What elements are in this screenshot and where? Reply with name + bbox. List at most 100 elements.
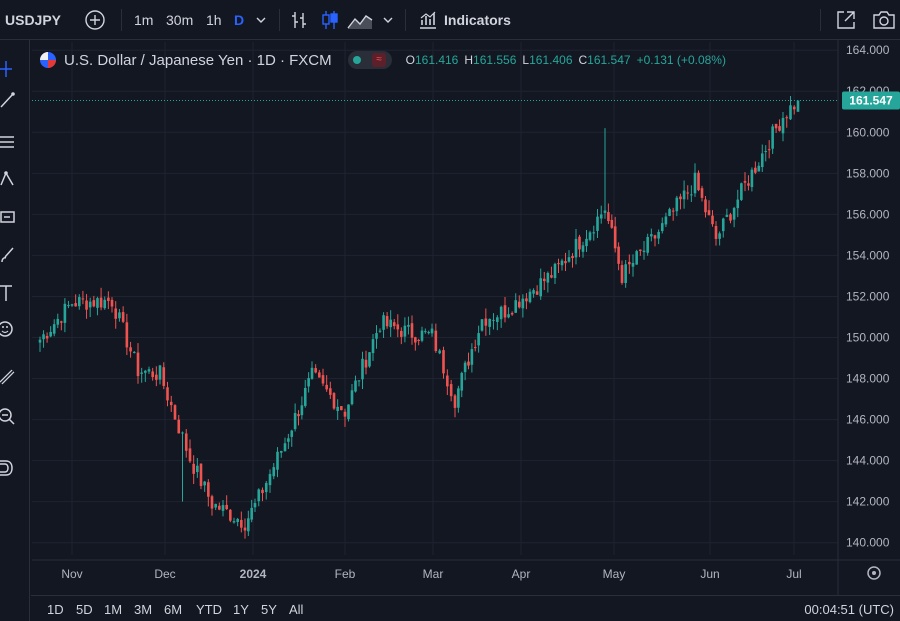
candle-body bbox=[325, 384, 328, 390]
patterns-tool[interactable] bbox=[0, 167, 16, 191]
candle-body bbox=[617, 246, 620, 264]
candle-body bbox=[767, 149, 771, 151]
range-1d[interactable]: 1D bbox=[47, 602, 64, 617]
ruler-icon bbox=[0, 369, 15, 385]
candles-button[interactable] bbox=[320, 0, 340, 40]
candle-body bbox=[250, 507, 253, 520]
market-status-pill[interactable]: ≈ bbox=[347, 51, 392, 69]
high-label: H bbox=[464, 53, 474, 67]
candle-body bbox=[207, 482, 210, 497]
candle-body bbox=[177, 419, 181, 434]
range-3m[interactable]: 3M bbox=[134, 602, 152, 617]
candle-body bbox=[764, 151, 768, 153]
candle-body bbox=[477, 333, 480, 346]
indicators-button[interactable]: Indicators bbox=[418, 0, 511, 40]
fullscreen-button[interactable] bbox=[835, 0, 857, 40]
zoom-icon bbox=[0, 408, 15, 425]
top-toolbar: USDJPY 1m 30m 1h D Indicators bbox=[0, 0, 900, 40]
candle-body bbox=[236, 518, 239, 522]
prediction-tool[interactable] bbox=[0, 205, 16, 229]
candle-body bbox=[118, 312, 121, 319]
snapshot-button[interactable] bbox=[872, 0, 896, 40]
candle-body bbox=[396, 324, 400, 330]
candle-body bbox=[442, 350, 445, 374]
chart-legend: U.S. Dollar / Japanese Yen · 1D · FXCM ≈… bbox=[40, 50, 726, 70]
emoji-tool[interactable] bbox=[0, 317, 16, 341]
zoom-tool[interactable] bbox=[0, 404, 16, 428]
candle-body bbox=[499, 306, 503, 320]
candle-body bbox=[336, 406, 339, 412]
candle-body bbox=[550, 275, 553, 278]
utc-clock[interactable]: 00:04:51 (UTC) bbox=[804, 602, 894, 617]
area-icon bbox=[347, 15, 373, 29]
candle-body bbox=[357, 380, 361, 382]
interval-30m[interactable]: 30m bbox=[166, 0, 193, 40]
candle-body bbox=[307, 378, 310, 387]
candle-body bbox=[371, 339, 375, 354]
candle-body bbox=[188, 448, 192, 462]
compare-button[interactable] bbox=[84, 0, 106, 40]
candle-body bbox=[38, 339, 42, 343]
candle-body bbox=[488, 318, 491, 327]
magnet-icon bbox=[0, 460, 13, 476]
ruler-tool[interactable] bbox=[0, 365, 16, 389]
candle-body bbox=[203, 481, 206, 486]
candle-body bbox=[449, 384, 453, 397]
drawing-toolbar bbox=[0, 40, 30, 621]
fib-tool[interactable] bbox=[0, 130, 16, 154]
candle-body bbox=[503, 305, 507, 318]
range-6m[interactable]: 6M bbox=[164, 602, 182, 617]
indicators-label: Indicators bbox=[444, 12, 511, 28]
candle-body bbox=[173, 405, 177, 420]
candle-body bbox=[528, 291, 532, 303]
range-all[interactable]: All bbox=[289, 602, 303, 617]
range-5y[interactable]: 5Y bbox=[261, 602, 277, 617]
candle-body bbox=[169, 401, 173, 406]
candle-body bbox=[414, 337, 417, 343]
candle-body bbox=[639, 249, 642, 251]
candle-body bbox=[686, 192, 690, 194]
trend-line-tool[interactable] bbox=[0, 88, 16, 112]
candle-body bbox=[221, 505, 225, 511]
candle-body bbox=[400, 330, 403, 337]
candle-body bbox=[52, 324, 56, 334]
candle-body bbox=[42, 334, 45, 340]
candle-body bbox=[417, 339, 420, 341]
price-tick-label: 164.000 bbox=[846, 43, 890, 57]
range-1m[interactable]: 1M bbox=[104, 602, 122, 617]
interval-label: D bbox=[234, 12, 245, 28]
candle-body bbox=[166, 387, 169, 401]
area-style-button[interactable] bbox=[347, 0, 373, 40]
chart-type-dropdown[interactable] bbox=[382, 0, 394, 40]
candle-body bbox=[403, 325, 407, 337]
bar-style-button[interactable] bbox=[290, 0, 308, 40]
candle-body bbox=[300, 405, 304, 416]
interval-1m[interactable]: 1m bbox=[134, 0, 153, 40]
candle-body bbox=[470, 349, 474, 365]
symbol-search[interactable]: USDJPY bbox=[5, 0, 61, 40]
text-tool[interactable] bbox=[0, 281, 16, 305]
brush-tool[interactable] bbox=[0, 243, 16, 267]
interval-1h[interactable]: 1h bbox=[206, 0, 222, 40]
magnet-tool[interactable] bbox=[0, 455, 16, 479]
chart-background bbox=[0, 0, 900, 595]
candle-body bbox=[571, 255, 574, 259]
price-chart[interactable]: 140.000 142.000 144.000 146.000 148.000 150.0… bbox=[0, 0, 900, 595]
candle-body bbox=[457, 388, 460, 408]
candle-body bbox=[592, 232, 596, 234]
interval-dropdown[interactable] bbox=[255, 0, 267, 40]
candle-body bbox=[660, 223, 664, 232]
open-label: O bbox=[405, 53, 415, 67]
range-ytd[interactable]: YTD bbox=[196, 602, 222, 617]
candle-body bbox=[184, 433, 188, 451]
candle-body bbox=[603, 210, 607, 213]
range-5d[interactable]: 5D bbox=[76, 602, 93, 617]
candle-body bbox=[272, 467, 276, 477]
candle-body bbox=[430, 328, 434, 334]
candle-body bbox=[45, 335, 49, 339]
camera-icon bbox=[873, 11, 895, 29]
symbol-title[interactable]: U.S. Dollar / Japanese Yen · 1D · FXCM bbox=[64, 52, 332, 69]
range-1y[interactable]: 1Y bbox=[233, 602, 249, 617]
crosshair-tool[interactable] bbox=[0, 57, 16, 81]
interval-1d-active[interactable]: D bbox=[234, 0, 244, 40]
